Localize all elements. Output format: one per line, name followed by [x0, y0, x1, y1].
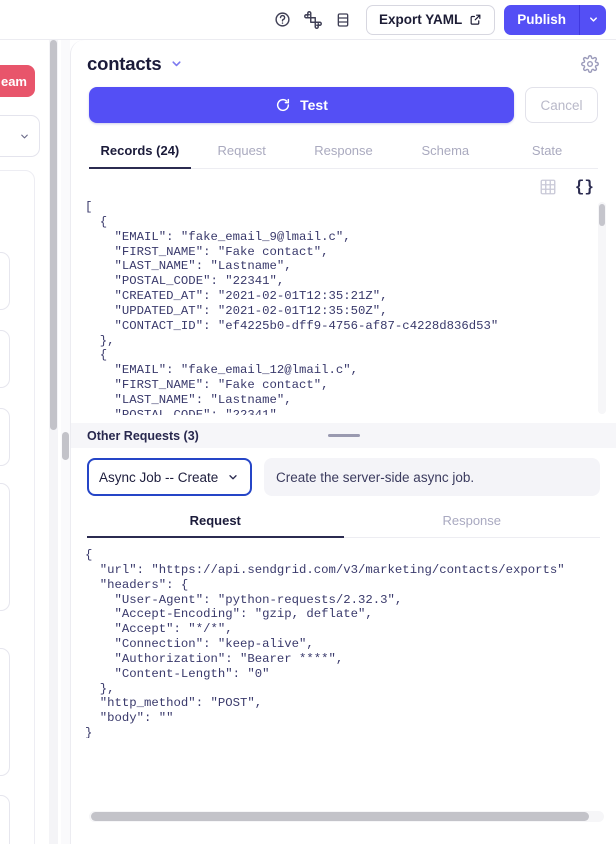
json-view-icon[interactable]: {} — [575, 178, 594, 196]
background-scrollbar-inner[interactable] — [61, 40, 70, 844]
subtab-request[interactable]: Request — [87, 507, 344, 538]
gear-icon[interactable] — [578, 52, 602, 76]
records-vertical-scrollbar[interactable] — [598, 202, 606, 414]
export-yaml-button[interactable]: Export YAML — [366, 5, 495, 35]
view-toggle-group: {} — [71, 169, 616, 200]
cancel-button[interactable]: Cancel — [525, 87, 598, 123]
test-button-label: Test — [300, 97, 328, 113]
request-description: Create the server-side async job. — [264, 458, 600, 496]
records-json: [ { "EMAIL": "fake_email_9@lmail.c", "FI… — [85, 200, 608, 415]
scrollbar-thumb[interactable] — [62, 432, 69, 460]
background-card-4 — [0, 483, 10, 611]
records-viewer: [ { "EMAIL": "fake_email_9@lmail.c", "FI… — [85, 200, 608, 415]
publish-chevron-down-icon[interactable] — [580, 5, 606, 35]
tab-state[interactable]: State — [496, 135, 598, 169]
background-select[interactable] — [0, 115, 40, 157]
request-viewer: { "url": "https://api.sendgrid.com/v3/ma… — [85, 548, 616, 738]
refresh-icon — [275, 97, 291, 113]
docs-icon[interactable] — [328, 5, 358, 35]
export-yaml-label: Export YAML — [379, 12, 462, 27]
chevron-down-icon — [227, 471, 239, 483]
scrollbar-thumb[interactable] — [599, 204, 605, 226]
grid-view-icon[interactable] — [539, 178, 557, 196]
drag-handle[interactable] — [328, 434, 360, 437]
tab-response[interactable]: Response — [293, 135, 395, 169]
team-badge: eam — [0, 65, 35, 97]
tab-bar: Records (24) Request Response Schema Sta… — [89, 135, 598, 169]
detail-panel: contacts Test Cancel Records (24) Reques… — [70, 40, 616, 844]
other-requests-label: Other Requests (3) — [87, 429, 199, 443]
background-card-2 — [0, 330, 10, 388]
test-button[interactable]: Test — [89, 87, 514, 123]
background-card-1 — [0, 252, 10, 310]
scrollbar-thumb[interactable] — [50, 40, 57, 430]
async-job-select-value: Async Job -- Create — [99, 470, 218, 485]
external-link-icon — [469, 13, 482, 26]
scrollbar-thumb[interactable] — [91, 812, 589, 821]
slack-icon[interactable] — [298, 5, 328, 35]
title-chevron-down-icon[interactable] — [170, 57, 183, 70]
tab-request[interactable]: Request — [191, 135, 293, 169]
other-requests-header: Other Requests (3) — [71, 423, 616, 448]
question-circle-icon[interactable] — [268, 5, 298, 35]
tab-records[interactable]: Records (24) — [89, 135, 191, 169]
background-card-5 — [0, 648, 10, 776]
panel-header: contacts — [71, 40, 616, 87]
request-json: { "url": "https://api.sendgrid.com/v3/ma… — [85, 548, 616, 738]
background-scrollbar-outer[interactable] — [49, 40, 58, 844]
other-requests-subtab-bar: Request Response — [87, 507, 600, 538]
subtab-response[interactable]: Response — [344, 507, 601, 538]
background-card-6 — [0, 795, 10, 844]
publish-button[interactable]: Publish — [504, 5, 580, 35]
horizontal-scrollbar[interactable] — [89, 811, 604, 822]
top-toolbar: Export YAML Publish — [0, 0, 616, 40]
action-row: Test Cancel — [71, 87, 616, 123]
tab-schema[interactable]: Schema — [394, 135, 496, 169]
background-card-3 — [0, 408, 10, 466]
async-job-select[interactable]: Async Job -- Create — [87, 458, 252, 496]
publish-button-group: Publish — [504, 5, 606, 35]
background-app-sidebar: eam — [0, 40, 70, 844]
other-requests-controls: Async Job -- Create Create the server-si… — [71, 448, 616, 496]
page-title: contacts — [87, 53, 161, 75]
